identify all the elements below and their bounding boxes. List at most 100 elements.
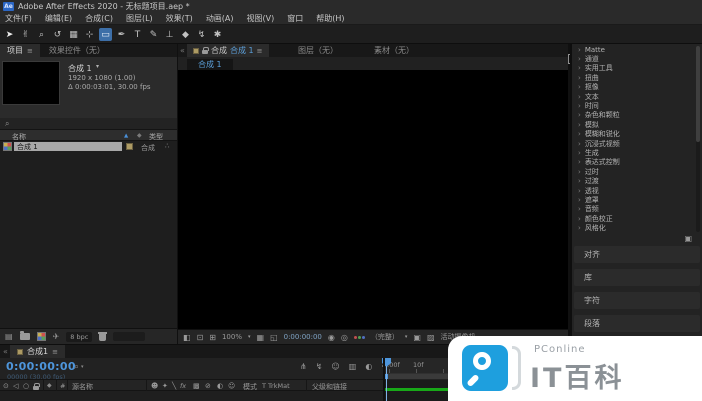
label-color-swatch[interactable] [126,143,133,150]
effects-category[interactable]: ›颜色校正 [572,214,696,223]
motion-blur-column-icon[interactable]: ◐ [217,382,223,390]
menu-help[interactable]: 帮助(H) [316,13,344,24]
menu-file[interactable]: 文件(F) [5,13,32,24]
index-column[interactable]: # [60,382,65,390]
effects-category[interactable]: ›实用工具 [572,64,696,73]
effects-category[interactable]: ›表达式控制 [572,158,696,167]
effects-category[interactable]: ›音频 [572,205,696,214]
project-settings-icon[interactable]: ✈ [53,332,60,341]
viewer-tab-comp[interactable]: 合成 1 [187,59,233,70]
effects-category[interactable]: ›透视 [572,186,696,195]
menu-edit[interactable]: 编辑(E) [45,13,72,24]
viewer-timecode[interactable]: 0:00:00:00 [284,333,322,341]
effects-category[interactable]: ›沉浸式视频 [572,139,696,148]
comp-name[interactable]: 合成 1 [68,63,92,74]
pen-tool[interactable]: ✒ [115,28,128,41]
collapse-column-icon[interactable]: ✦ [162,382,168,390]
effects-category[interactable]: ›生成 [572,148,696,157]
fx-column-icon[interactable]: fx [180,382,186,390]
type-tool[interactable]: T [131,28,144,41]
effects-category[interactable]: ›过时 [572,167,696,176]
timeline-tab-comp[interactable]: 合成1 ≡ [10,345,65,358]
draft-3d-icon[interactable]: ↯ [316,362,323,371]
brush-tool[interactable]: ✎ [147,28,160,41]
panel-menu-icon[interactable]: ≡ [257,47,263,55]
menu-layer[interactable]: 图层(L) [126,13,153,24]
effects-category[interactable]: ›文本 [572,92,696,101]
shy-icon[interactable]: ☺ [331,362,339,371]
roto-brush-tool[interactable]: ↯ [195,28,208,41]
clone-stamp-tool[interactable]: ⊥ [163,28,176,41]
effects-category[interactable]: ›Matte [572,45,696,54]
snapshot-icon[interactable]: ◧ [183,333,191,342]
shy-column-icon[interactable]: ☻ [151,382,158,390]
adjustment-column-icon[interactable]: ☺ [228,382,235,390]
label-column-icon[interactable]: ◆ [47,382,52,389]
effects-category[interactable]: ›扭曲 [572,73,696,82]
take-snapshot-icon[interactable]: ◉ [328,333,335,342]
label-column-icon[interactable]: ◆ [137,132,142,139]
effects-category[interactable]: ›风格化 [572,223,696,232]
menu-window[interactable]: 窗口 [287,13,303,24]
new-folder-icon[interactable] [20,333,30,340]
menu-effect[interactable]: 效果(T) [166,13,193,24]
resolution-value[interactable]: （完整） [371,332,399,342]
row-name-cell[interactable]: 合成 1 [14,142,122,151]
effects-column-icon[interactable]: ▩ [193,382,200,390]
panel-align[interactable]: 对齐 [574,246,700,263]
panel-options-icon[interactable]: ▣ [684,234,692,243]
unified-camera-tool[interactable]: ▦ [67,28,80,41]
menu-view[interactable]: 视图(V) [247,13,275,24]
effects-category[interactable]: ›遮罩 [572,195,696,204]
effects-category[interactable]: ›抠像 [572,83,696,92]
transparency-grid-icon[interactable]: ▨ [427,333,435,342]
chevron-down-icon[interactable]: ▾ [96,63,99,70]
panel-character[interactable]: 字符 [574,292,700,309]
effects-category[interactable]: ›模拟 [572,120,696,129]
eraser-tool[interactable]: ◆ [179,28,192,41]
timeline-splitter[interactable] [383,358,385,401]
tab-layer[interactable]: 图层（无） [298,44,338,57]
effects-category[interactable]: ›模糊和锐化 [572,130,696,139]
menu-composition[interactable]: 合成(C) [85,13,113,24]
show-snapshot-icon[interactable]: ◎ [341,333,348,342]
rectangle-tool[interactable]: ▭ [99,28,112,41]
dual-monitor-icon[interactable]: ⊞ [209,333,216,342]
channel-icon[interactable] [354,336,365,339]
effects-category[interactable]: ›过渡 [572,176,696,185]
grid-guides-icon[interactable]: ▦ [257,333,265,342]
interpret-footage-icon[interactable]: ▤ [5,332,13,341]
magnification-value[interactable]: 100% [222,333,242,341]
scrollbar-thumb[interactable] [696,46,700,142]
tab-composition[interactable]: 合成 合成 1 ≡ [187,44,269,57]
rotation-tool[interactable]: ↺ [51,28,64,41]
tab-project[interactable]: 项目 ≡ [0,44,40,57]
audio-icon[interactable]: ◁ [13,382,18,390]
panel-menu-icon[interactable]: ≡ [27,47,33,55]
panel-menu-icon[interactable]: ≡ [52,348,58,356]
lock-icon[interactable] [33,386,39,390]
effects-category[interactable]: ›杂色和颗粒 [572,111,696,120]
motion-blur-icon[interactable]: ◐ [365,362,372,371]
video-icon[interactable]: ⊙ [3,382,9,390]
collapse-icon[interactable]: « [3,347,8,356]
chevron-down-icon[interactable]: ▾ [248,334,251,340]
puppet-pin-tool[interactable]: ✱ [211,28,224,41]
effects-category[interactable]: ›通道 [572,54,696,63]
bit-depth-button[interactable]: 8 bpc [66,332,92,342]
trash-icon[interactable] [99,334,106,341]
trkmat-column[interactable]: T TrkMat [262,382,290,390]
mini-flowchart-icon[interactable]: ⋔ [300,362,307,371]
menu-animation[interactable]: 动画(A) [206,13,234,24]
effects-category[interactable]: ›时间 [572,101,696,110]
panel-paragraph[interactable]: 段落 [574,315,700,332]
safe-margins-icon[interactable]: ◱ [270,333,278,342]
solo-icon[interactable]: ○ [23,382,29,390]
timeline-search[interactable]: ⌕ ▾ [74,362,84,372]
tab-footage[interactable]: 素材（无） [374,44,414,57]
hand-tool[interactable]: ✌ [19,28,32,41]
frame-blend-column-icon[interactable]: ⊘ [205,382,211,390]
sort-arrow-icon[interactable]: ▲ [124,133,128,139]
frame-blending-icon[interactable]: ▥ [349,362,357,371]
table-row[interactable]: 合成 1 合成 ∴ [0,141,177,152]
